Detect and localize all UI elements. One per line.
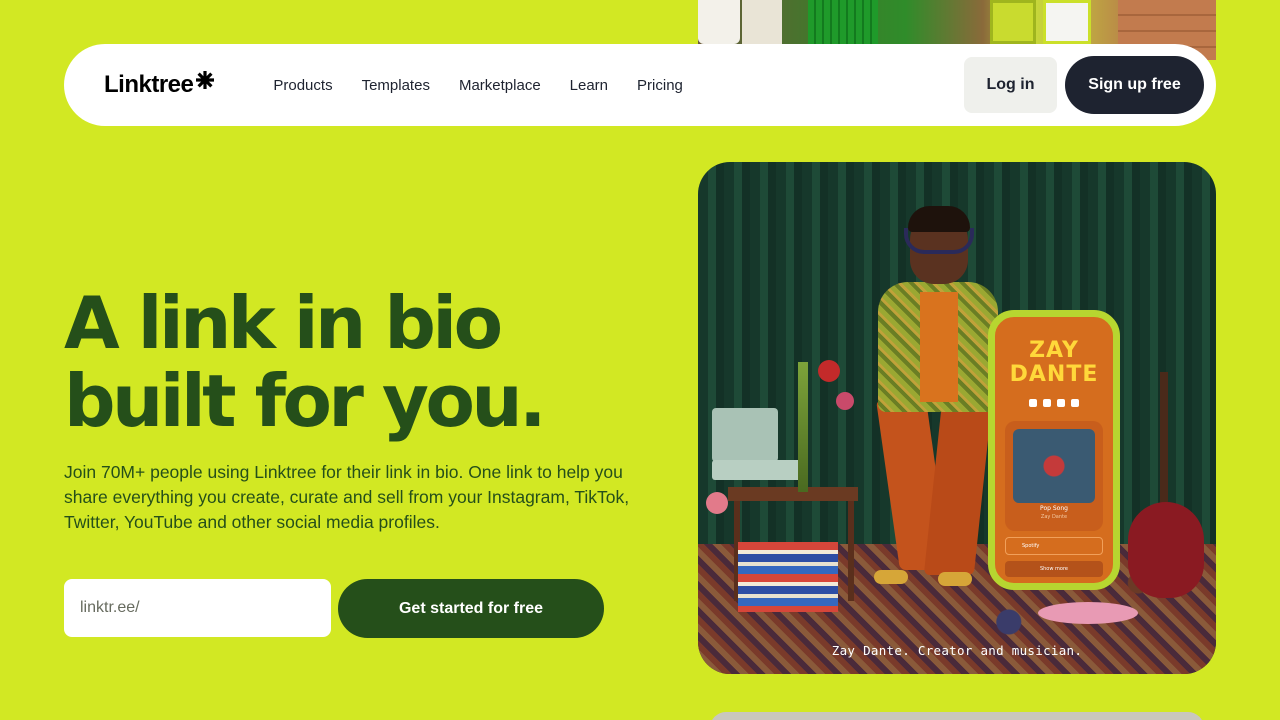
phone-song-title: Pop Song [1040,505,1068,512]
plant-stem-shape [798,362,808,492]
headphones-shape [904,228,974,254]
tshirt-shape [1043,0,1091,44]
shoe-shape [938,572,972,586]
asterisk-icon [196,71,215,89]
hero-subtitle: Join 70M+ people using Linktree for thei… [64,462,630,532]
nav-link-pricing[interactable]: Pricing [637,77,683,94]
get-started-button[interactable]: Get started for free [338,579,604,638]
flower-shape [836,392,854,410]
phone-song-artist: Zay Dante [1040,514,1068,520]
instagram-icon [1029,399,1037,407]
guitar-neck-shape [1160,372,1168,522]
nav-link-learn[interactable]: Learn [570,77,608,94]
logo-text: Linktree [104,71,194,98]
flower-shape [818,360,840,382]
signup-button[interactable]: Sign up free [1065,56,1204,114]
shoe-shape [874,570,908,584]
jar-shape [990,0,1036,44]
top-nav: Linktree Products Templates Marketplace … [64,44,1216,126]
phone-profile-title: ZAY DANTE [995,339,1113,387]
side-table-shape [728,487,858,501]
nav-link-templates[interactable]: Templates [362,77,430,94]
bucket-shape [742,0,782,44]
guitar-body-shape [1128,502,1204,598]
album-art [1013,429,1095,503]
phone-title-line1: ZAY [1029,338,1079,363]
phone-mockup: ZAY DANTE Pop Song Zay Dante Spotify Sho… [988,310,1120,590]
spotify-icon [1043,399,1051,407]
nav-link-products[interactable]: Products [273,77,332,94]
phone-title-line2: DANTE [1009,362,1099,387]
linktree-logo[interactable]: Linktree [104,71,215,99]
username-input[interactable]: linktr.ee/ [64,579,331,637]
hero-title: A link in bio built for you. [64,284,684,440]
phone-show-more: Show more [1005,561,1103,577]
table-leg-shape [848,501,854,601]
hero-image-caption: Zay Dante. Creator and musician. [831,643,1083,658]
login-button[interactable]: Log in [964,57,1057,113]
books-stack-shape [738,542,838,612]
flower-shape [706,492,728,514]
nav-actions: Log in Sign up free [964,56,1204,114]
phone-link-row: Spotify [1005,537,1103,555]
next-section-peek [710,712,1204,720]
phone-music-card: Pop Song Zay Dante [1005,421,1103,531]
crate-shape [808,0,878,44]
username-input-placeholder: linktr.ee/ [80,599,140,616]
hero-title-line2: built for you. [64,359,547,443]
youtube-icon [1057,399,1065,407]
phone-social-icons [995,399,1113,407]
twitch-icon [1071,399,1079,407]
vinyl-record-shape [1038,602,1138,624]
nav-link-marketplace[interactable]: Marketplace [459,77,541,94]
nav-links: Products Templates Marketplace Learn Pri… [273,77,683,94]
turntable-base-shape [712,460,804,480]
person-shirt-shape [920,292,958,402]
turntable-shape [712,408,778,462]
hero-title-line1: A link in bio [64,281,503,365]
hero-creator-image: ZAY DANTE Pop Song Zay Dante Spotify Sho… [698,162,1216,674]
bucket-shape [698,0,740,44]
